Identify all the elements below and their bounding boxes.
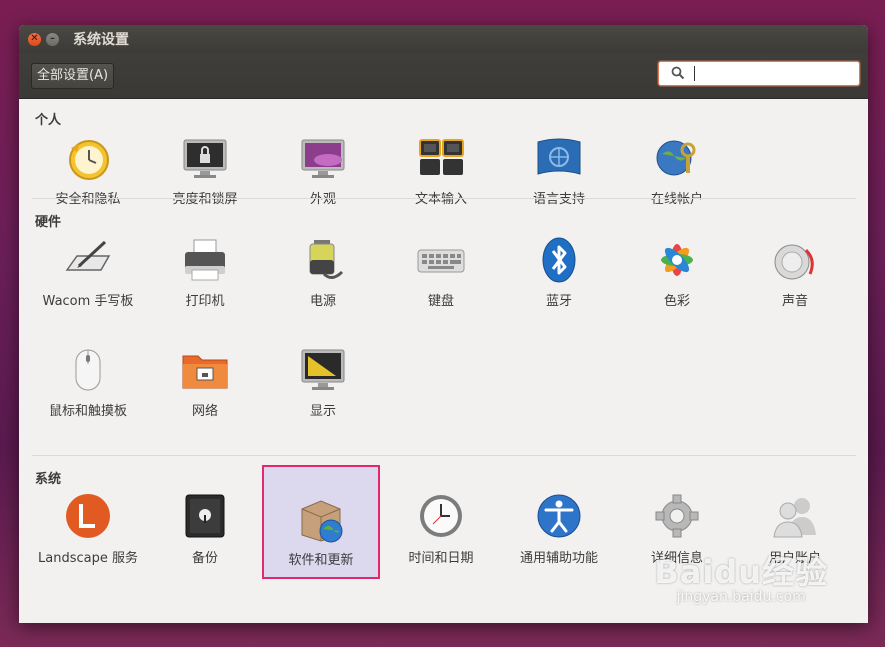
- item-keyboard[interactable]: 键盘: [382, 236, 500, 311]
- printer-icon: [185, 239, 225, 281]
- section-title-hardware: 硬件: [35, 215, 62, 230]
- keys-icon: [419, 139, 464, 175]
- safe-icon: [185, 494, 225, 538]
- window-title: 系统设置: [73, 32, 129, 48]
- keyboard-icon: [417, 249, 465, 273]
- section-divider: [32, 198, 856, 199]
- item-label: 鼠标和触摸板: [48, 404, 127, 419]
- item-bluetooth[interactable]: 蓝牙: [500, 236, 618, 311]
- section-divider: [32, 455, 856, 456]
- item-label: Wacom 手写板: [42, 294, 134, 309]
- item-power[interactable]: 电源: [264, 236, 382, 311]
- item-label: 文本输入: [414, 192, 467, 207]
- item-printer[interactable]: 打印机: [146, 236, 264, 311]
- titlebar: ✕ – 系统设置: [19, 25, 868, 53]
- clock-history-icon: [69, 140, 109, 180]
- item-backup[interactable]: 备份: [146, 493, 264, 568]
- text-caret: [694, 66, 695, 81]
- item-wacom-tablet[interactable]: Wacom 手写板: [29, 236, 147, 311]
- users-icon: [773, 498, 816, 538]
- item-label: 亮度和锁屏: [172, 192, 238, 207]
- item-label: 显示: [309, 404, 336, 419]
- item-label: 电源: [309, 294, 336, 309]
- mouse-icon: [75, 349, 101, 391]
- item-label: 网络: [191, 404, 218, 419]
- gear-icon: [655, 494, 699, 538]
- item-label: 外观: [309, 192, 336, 207]
- network-folder-icon: [182, 355, 228, 389]
- toolbar: 全部设置(A): [19, 53, 868, 99]
- clock-icon: [420, 495, 462, 537]
- item-label: 通用辅助功能: [519, 551, 598, 566]
- item-landscape-service[interactable]: Landscape 服务: [29, 493, 147, 568]
- package-globe-icon: [301, 500, 343, 543]
- item-color[interactable]: 色彩: [618, 236, 736, 311]
- item-label: 声音: [781, 294, 808, 309]
- battery-plug-icon: [309, 240, 344, 279]
- color-flower-icon: [661, 244, 693, 276]
- flag-globe-icon: [537, 138, 581, 175]
- search-input[interactable]: [658, 61, 860, 86]
- item-label: Landscape 服务: [38, 551, 138, 566]
- monitor-wallpaper-icon: [301, 139, 345, 178]
- close-button[interactable]: ✕: [28, 32, 41, 46]
- search-icon: [671, 66, 685, 80]
- all-settings-button[interactable]: 全部设置(A): [31, 63, 115, 89]
- item-label: 语言支持: [532, 192, 585, 207]
- accessibility-icon: [537, 494, 581, 538]
- section-title-personal: 个人: [35, 113, 62, 128]
- watermark-url: jingyan.baidu.com: [676, 589, 806, 605]
- monitor-lock-icon: [183, 139, 227, 178]
- watermark-brand: Baidu经验: [654, 553, 828, 591]
- globe-key-icon: [656, 140, 696, 176]
- item-label: 安全和隐私: [55, 192, 121, 207]
- speaker-icon: [774, 244, 814, 280]
- item-universal-access[interactable]: 通用辅助功能: [500, 493, 618, 568]
- item-label: 蓝牙: [545, 294, 572, 309]
- tablet-pen-icon: [65, 240, 111, 271]
- system-settings-window: ✕ – 系统设置 全部设置(A) 个人 安全和隐私 亮度和锁屏 外观 文本输入 …: [19, 25, 868, 623]
- item-network[interactable]: 网络: [146, 346, 264, 421]
- item-label: 打印机: [185, 294, 225, 309]
- item-label: 键盘: [427, 294, 454, 309]
- section-title-system: 系统: [35, 472, 62, 487]
- bluetooth-icon: [542, 237, 576, 283]
- close-icon: ✕: [30, 33, 39, 44]
- item-software-updates[interactable]: 软件和更新: [262, 465, 380, 579]
- landscape-logo-icon: [66, 494, 110, 538]
- item-sound[interactable]: 声音: [736, 236, 854, 311]
- item-label: 时间和日期: [408, 551, 474, 566]
- item-label: 备份: [191, 551, 218, 566]
- item-time-date[interactable]: 时间和日期: [382, 493, 500, 568]
- minimize-icon: –: [50, 33, 55, 44]
- monitor-ruler-icon: [301, 349, 345, 390]
- watermark: Baidu经验 jingyan.baidu.com: [654, 547, 828, 605]
- item-label: 色彩: [663, 294, 690, 309]
- item-label: 软件和更新: [288, 553, 354, 568]
- item-label: 在线帐户: [650, 192, 703, 207]
- item-mouse-touchpad[interactable]: 鼠标和触摸板: [29, 346, 147, 421]
- minimize-button[interactable]: –: [46, 32, 59, 46]
- item-display[interactable]: 显示: [264, 346, 382, 421]
